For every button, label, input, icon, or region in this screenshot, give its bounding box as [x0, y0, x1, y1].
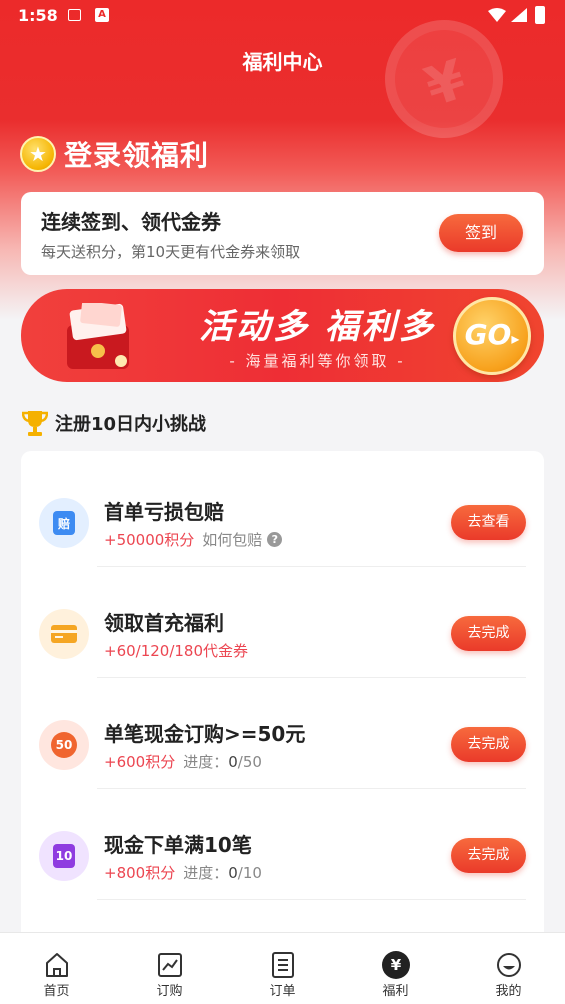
section-title: 注册10日内小挑战 — [55, 414, 207, 435]
task-item-first-order-loss: 赔 首单亏损包赔 +50000积分 如何包赔 ? 去查看 — [21, 456, 544, 567]
task-reward: +60/120/180代金券 — [104, 642, 249, 660]
tab-order-buy[interactable]: 订购 — [113, 933, 226, 1004]
screenshot-notification-icon — [68, 9, 81, 21]
bottom-tab-bar: 首页 订购 订单 ¥ 福利 我的 — [0, 932, 565, 1004]
complete-button[interactable]: 去完成 — [451, 616, 526, 651]
sign-in-subtitle: 每天送积分，第10天更有代金券来领取 — [41, 243, 301, 261]
sign-in-button[interactable]: 签到 — [439, 214, 523, 252]
tab-label: 我的 — [495, 984, 522, 999]
complete-button[interactable]: 去完成 — [451, 838, 526, 873]
progress-value: 0 — [228, 863, 238, 882]
progress-label: 进度： — [183, 864, 229, 882]
status-bar: 1:58 A — [0, 0, 565, 32]
progress-total: /50 — [237, 752, 262, 771]
card-icon — [39, 609, 89, 659]
help-icon[interactable]: ? — [267, 532, 283, 547]
tab-label: 订购 — [156, 984, 183, 999]
complete-button[interactable]: 去完成 — [451, 727, 526, 762]
task-item-first-recharge: 领取首充福利 +60/120/180代金券 去完成 — [21, 567, 544, 678]
compensation-icon: 赔 — [39, 498, 89, 548]
view-button[interactable]: 去查看 — [451, 505, 526, 540]
progress-total: /10 — [237, 863, 262, 882]
tab-label: 订单 — [269, 984, 296, 999]
progress-value: 0 — [228, 752, 238, 771]
trophy-icon — [22, 411, 48, 436]
tab-orders[interactable]: 订单 — [226, 933, 339, 1004]
badge-10-icon: 10 — [39, 831, 89, 881]
app-notification-icon: A — [95, 8, 109, 22]
orders-icon — [272, 952, 294, 978]
challenge-section-header: 注册10日内小挑战 — [22, 408, 206, 438]
profile-icon — [497, 953, 521, 977]
promo-banner[interactable]: 活动多 福利多 - 海量福利等你领取 - GO▸ — [21, 289, 544, 382]
task-reward: +50000积分 — [104, 531, 195, 549]
sign-in-title: 连续签到、领代金券 — [41, 210, 221, 234]
yen-coin-icon: ¥ — [382, 951, 410, 979]
divider — [97, 899, 526, 900]
chart-icon — [158, 953, 182, 977]
go-button[interactable]: GO▸ — [453, 297, 531, 375]
task-subtitle: +600积分 进度： 0 /50 — [104, 751, 262, 772]
status-time: 1:58 — [18, 6, 58, 25]
tab-profile[interactable]: 我的 — [452, 933, 565, 1004]
tab-label: 福利 — [382, 984, 409, 999]
battery-icon — [535, 6, 545, 24]
task-reward: +800积分 — [104, 864, 176, 882]
task-subtitle: +60/120/180代金券 — [104, 640, 256, 661]
how-to-compensate-link[interactable]: 如何包赔 — [202, 529, 262, 550]
progress-label: 进度： — [183, 753, 229, 771]
wifi-icon — [488, 8, 506, 22]
task-title: 单笔现金订购>=50元 — [104, 722, 306, 746]
task-subtitle: +50000积分 如何包赔 ? — [104, 529, 283, 550]
task-list: 赔 首单亏损包赔 +50000积分 如何包赔 ? 去查看 领取首充福利 +60/… — [21, 451, 544, 951]
login-prompt[interactable]: ★ 登录领福利 — [20, 134, 209, 174]
task-item-single-cash-order: 50 单笔现金订购>=50元 +600积分 进度： 0 /50 去完成 — [21, 678, 544, 789]
signal-icon — [511, 8, 527, 22]
task-title: 领取首充福利 — [104, 611, 224, 635]
login-title[interactable]: 登录领福利 — [64, 134, 209, 174]
task-title: 现金下单满10笔 — [104, 833, 252, 857]
page-title: 福利中心 — [242, 50, 323, 74]
tab-label: 首页 — [43, 984, 70, 999]
task-title: 首单亏损包赔 — [104, 500, 224, 524]
home-icon — [46, 953, 68, 977]
task-reward: +600积分 — [104, 753, 176, 771]
badge-50-icon: 50 — [39, 720, 89, 770]
sign-in-card: 连续签到、领代金券 每天送积分，第10天更有代金券来领取 签到 — [21, 192, 544, 275]
tab-home[interactable]: 首页 — [0, 933, 113, 1004]
task-subtitle: +800积分 进度： 0 /10 — [104, 862, 262, 883]
star-medal-icon: ★ — [20, 136, 56, 172]
tab-welfare[interactable]: ¥ 福利 — [339, 933, 452, 1004]
task-item-ten-cash-orders: 10 现金下单满10笔 +800积分 进度： 0 /10 去完成 — [21, 789, 544, 900]
